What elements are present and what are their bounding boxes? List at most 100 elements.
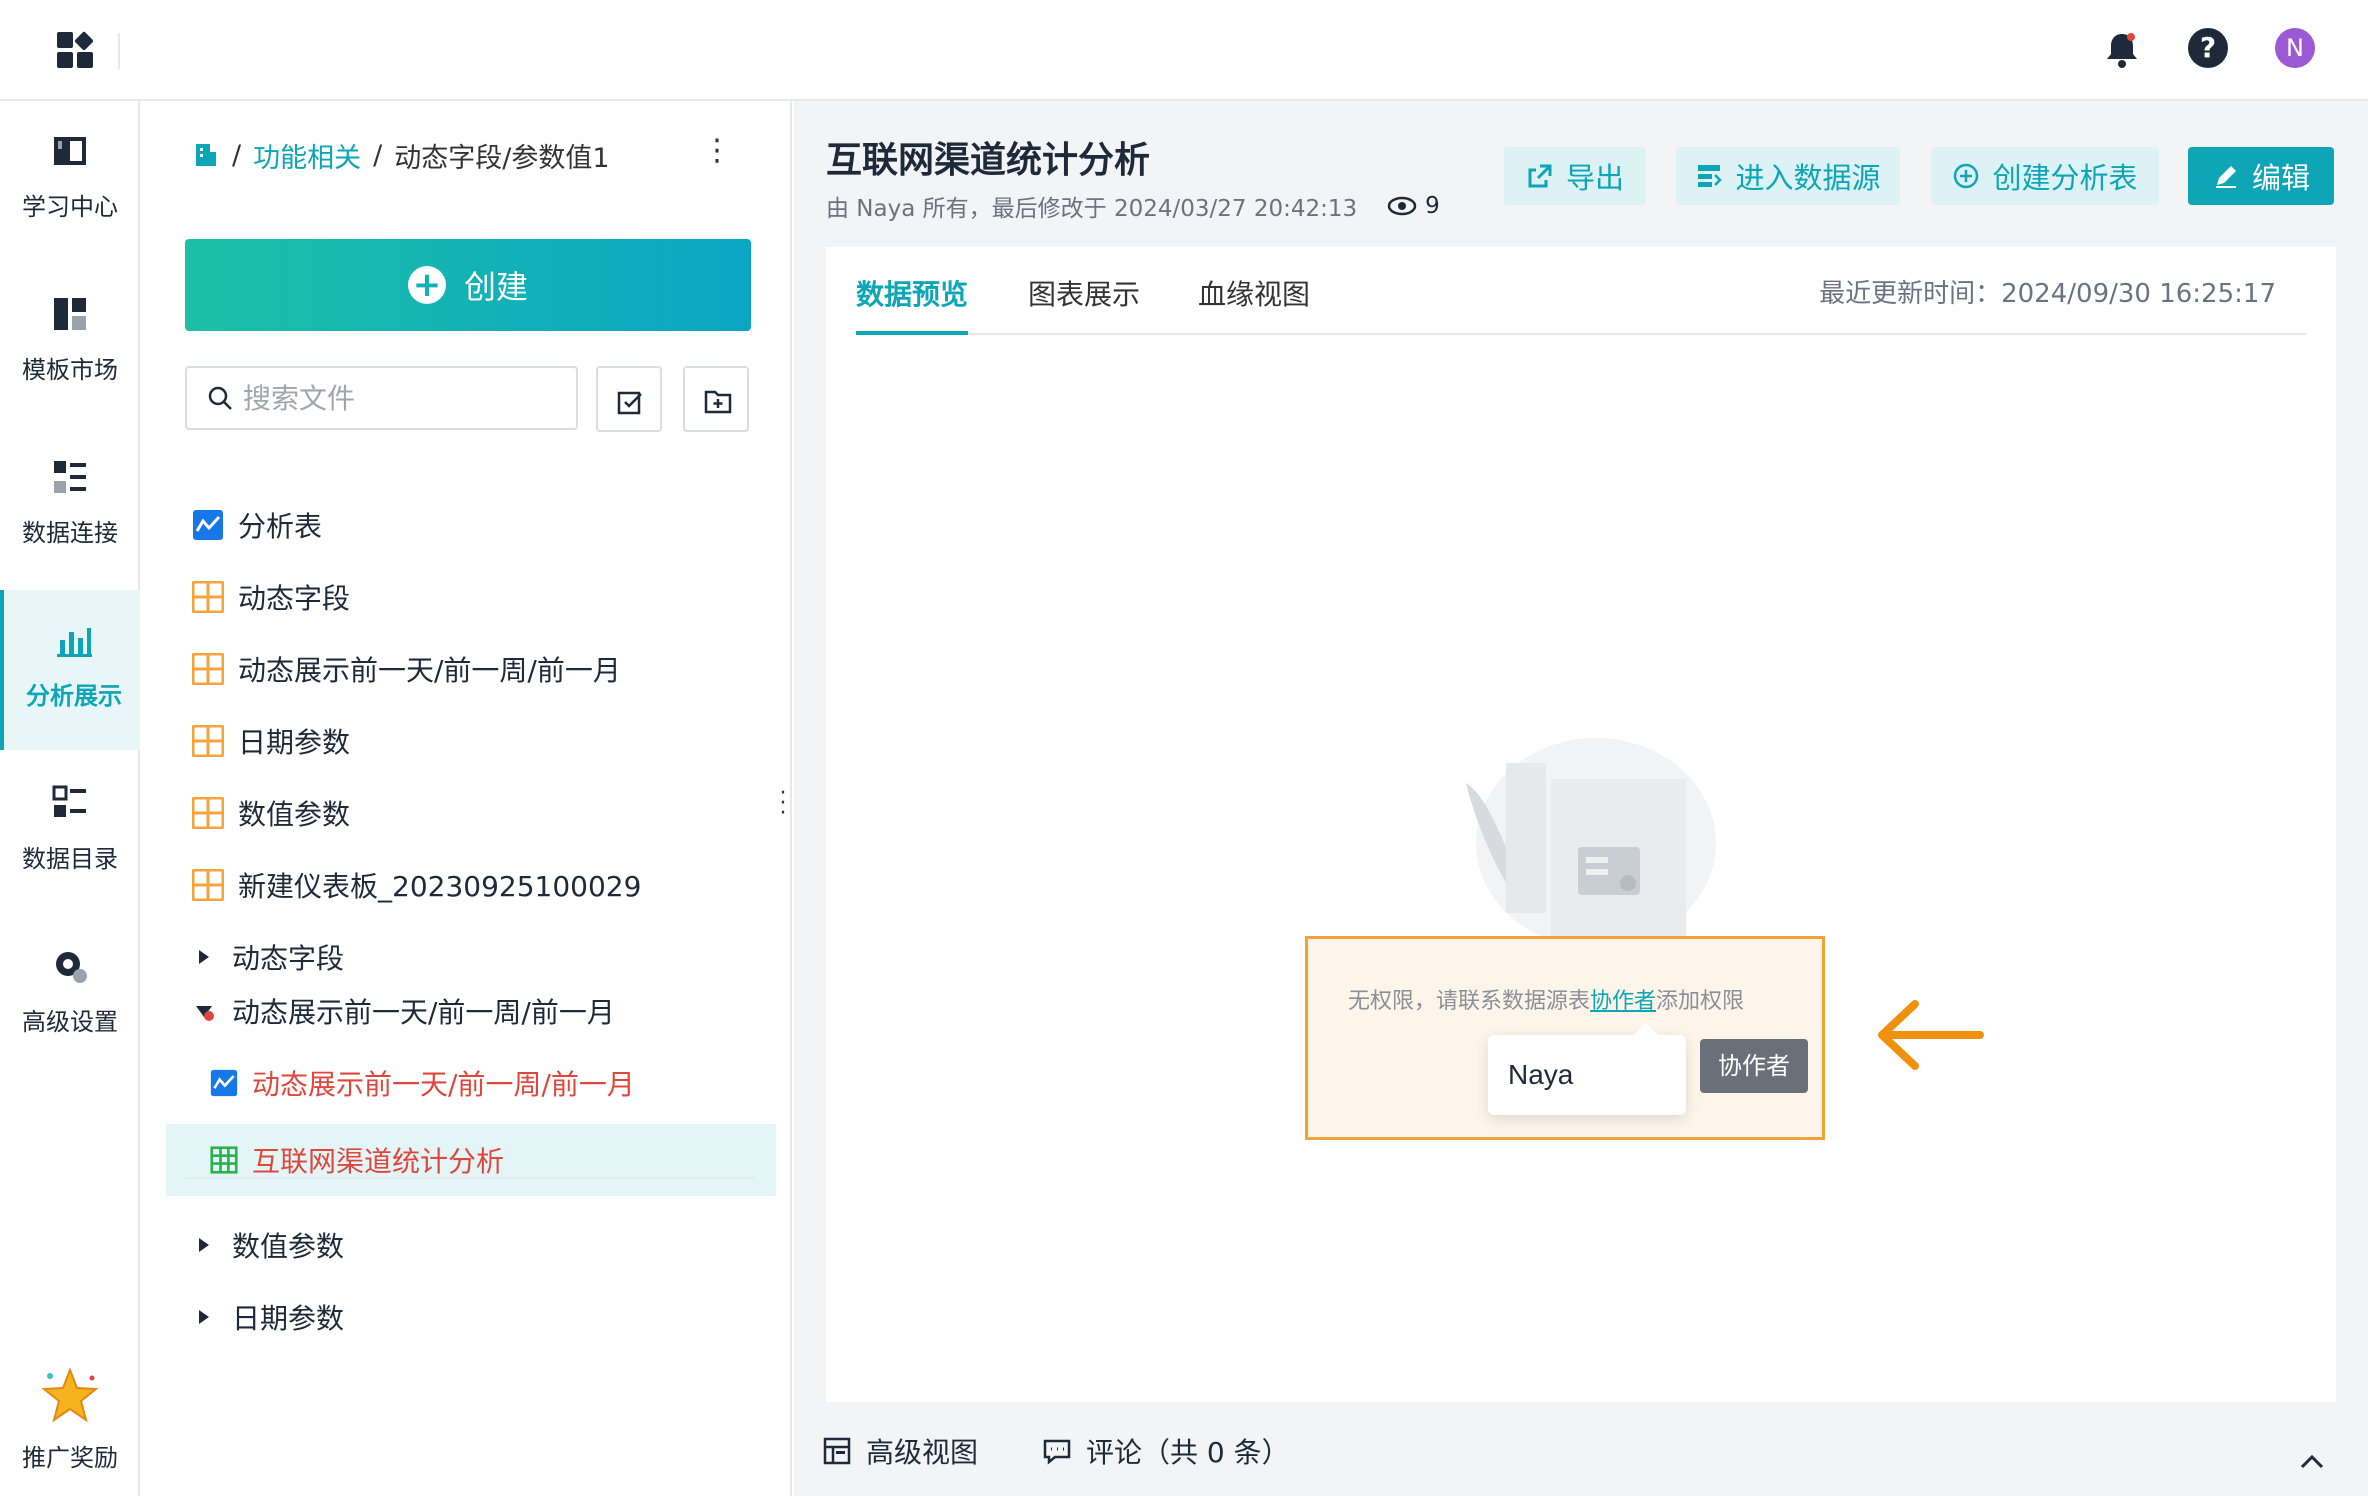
- empty-state-illustration: [1466, 738, 1716, 949]
- chart-icon: [57, 628, 92, 657]
- breadcrumb-separator: /: [373, 139, 383, 171]
- advanced-view-button[interactable]: 高级视图: [822, 1431, 978, 1471]
- nav-item-advanced-settings[interactable]: 高级设置: [0, 916, 140, 1076]
- divider: [118, 33, 120, 69]
- top-bar: ? N: [0, 0, 2368, 101]
- search-input[interactable]: [243, 381, 563, 415]
- analysis-icon: [193, 510, 223, 540]
- avatar[interactable]: N: [2275, 28, 2315, 68]
- plus-circle-icon: [1954, 163, 1979, 189]
- nav-item-data-catalog[interactable]: 数据目录: [0, 753, 140, 913]
- breadcrumb-separator: /: [232, 139, 242, 171]
- view-count: 9: [1387, 193, 1440, 219]
- breadcrumb-link[interactable]: 功能相关: [253, 136, 361, 175]
- comments-label: 评论（共 0 条）: [1086, 1436, 1290, 1469]
- nav-item-learning-center[interactable]: 学习中心: [0, 101, 140, 261]
- caret-right-icon: [199, 1310, 209, 1324]
- tab-data-preview[interactable]: 数据预览: [856, 273, 969, 335]
- template-icon: [54, 298, 86, 330]
- create-analysis-label: 创建分析表: [1992, 161, 2138, 195]
- edit-label: 编辑: [2251, 161, 2310, 195]
- left-nav: 学习中心 模板市场 数据连接 分析展示 数据目录 高级设置 推广奖励: [0, 101, 140, 1496]
- tab-lineage-view[interactable]: 血缘视图: [1198, 273, 1310, 335]
- search-icon: [208, 386, 232, 410]
- tree-folder-label: 数值参数: [232, 1230, 345, 1263]
- new-folder-icon: [704, 390, 732, 414]
- content-card: 数据预览 图表展示 血缘视图 最近更新时间：2024/09/30 16:25:1…: [826, 247, 2336, 1402]
- tree-item[interactable]: 分析表: [142, 495, 792, 555]
- export-label: 导出: [1565, 161, 1624, 195]
- dashboard-icon: [192, 581, 224, 613]
- nav-label: 模板市场: [22, 356, 118, 384]
- building-icon[interactable]: [192, 141, 220, 169]
- nav-item-data-connection[interactable]: 数据连接: [0, 427, 140, 587]
- collaborator-name[interactable]: Naya: [1508, 1059, 1573, 1091]
- page-title: 互联网渠道统计分析: [826, 140, 1151, 181]
- tree-item[interactable]: 新建仪表板_20230925100029: [142, 855, 792, 915]
- export-button[interactable]: 导出: [1504, 147, 1646, 205]
- gear-icon: [56, 952, 87, 983]
- tree-folder[interactable]: 动态字段: [142, 927, 792, 987]
- file-tree-panel: / 功能相关 / 动态字段/参数值1 ⋮ + 创建 分析表 动态字段 动态展示前…: [142, 101, 792, 1496]
- tree-folder-label: 日期参数: [232, 1302, 345, 1335]
- tree-item-label: 分析表: [238, 510, 323, 543]
- nav-item-template-market[interactable]: 模板市场: [0, 264, 140, 424]
- tree-item[interactable]: 日期参数: [142, 711, 792, 771]
- checkbox-multi-icon: [617, 391, 642, 415]
- chevron-up-icon[interactable]: [2292, 1441, 2332, 1481]
- nav-label: 数据目录: [22, 845, 118, 873]
- panel-resize-handle[interactable]: · · ·: [778, 783, 788, 825]
- main-content: 互联网渠道统计分析 由 Naya 所有，最后修改于 2024/03/27 20:…: [794, 101, 2368, 1496]
- create-analysis-button[interactable]: 创建分析表: [1931, 147, 2159, 205]
- view-count-value: 9: [1425, 193, 1440, 219]
- tree-item[interactable]: 动态字段: [142, 567, 792, 627]
- nav-label: 数据连接: [22, 519, 118, 547]
- tree-item-label: 新建仪表板_20230925100029: [238, 870, 642, 903]
- enter-datasource-button[interactable]: 进入数据源: [1676, 147, 1900, 205]
- tree-item[interactable]: 数值参数: [142, 783, 792, 843]
- comments-button[interactable]: 评论（共 0 条）: [1042, 1431, 1290, 1471]
- tree-item[interactable]: 动态展示前一天/前一周/前一月: [142, 639, 792, 699]
- collaborator-link[interactable]: 协作者: [1590, 989, 1656, 1014]
- new-folder-button[interactable]: [683, 366, 749, 432]
- create-button[interactable]: + 创建: [185, 239, 751, 331]
- tree-folder[interactable]: 动态展示前一天/前一周/前一月: [142, 981, 792, 1041]
- tree-item-label: 动态字段: [238, 582, 351, 615]
- data-connect-icon: [54, 461, 86, 493]
- table-icon: [210, 1146, 238, 1174]
- caret-right-icon: [199, 1238, 209, 1252]
- last-updated-text: 最近更新时间：2024/09/30 16:25:17: [1819, 279, 2276, 309]
- dashboard-icon: [192, 725, 224, 757]
- create-label: 创建: [463, 268, 528, 306]
- help-icon[interactable]: ?: [2188, 28, 2228, 68]
- tree-folder[interactable]: 日期参数: [142, 1287, 792, 1347]
- comment-icon: [1043, 1439, 1071, 1465]
- analysis-icon: [210, 1069, 238, 1097]
- caret-right-icon: [199, 950, 209, 964]
- advanced-view-label: 高级视图: [866, 1436, 979, 1469]
- apps-grid-icon[interactable]: [55, 30, 97, 72]
- book-icon: [54, 137, 86, 165]
- permission-message: 无权限，请联系数据源表协作者添加权限: [1348, 983, 1744, 1015]
- tree-item-selected[interactable]: 互联网渠道统计分析: [166, 1124, 776, 1196]
- tab-chart-display[interactable]: 图表展示: [1028, 273, 1140, 335]
- catalog-icon: [52, 785, 86, 817]
- tree-item[interactable]: 动态展示前一天/前一周/前一月: [142, 1053, 792, 1113]
- nav-item-promo[interactable]: 推广奖励: [0, 1356, 140, 1496]
- tree-folder-label: 动态字段: [232, 942, 345, 975]
- doc-meta: 由 Naya 所有，最后修改于 2024/03/27 20:42:13 9: [826, 189, 1440, 223]
- owner-modified-text: 由 Naya 所有，最后修改于 2024/03/27 20:42:13: [826, 196, 1358, 222]
- tree-item-label: 动态展示前一天/前一周/前一月: [252, 1068, 635, 1101]
- tree-folder-label: 动态展示前一天/前一周/前一月: [232, 996, 615, 1029]
- more-options-icon[interactable]: ⋮: [702, 133, 732, 173]
- pencil-icon: [2215, 166, 2236, 188]
- collaborator-tooltip: 协作者: [1700, 1039, 1808, 1093]
- bell-icon[interactable]: [2100, 28, 2144, 72]
- edit-button[interactable]: 编辑: [2188, 147, 2334, 205]
- nav-item-analysis[interactable]: 分析展示: [0, 590, 140, 750]
- nav-label: 分析展示: [26, 682, 122, 710]
- batch-select-button[interactable]: [596, 366, 662, 432]
- datasource-icon: [1698, 165, 1723, 187]
- advanced-view-icon: [823, 1437, 851, 1465]
- tree-folder[interactable]: 数值参数: [142, 1215, 792, 1275]
